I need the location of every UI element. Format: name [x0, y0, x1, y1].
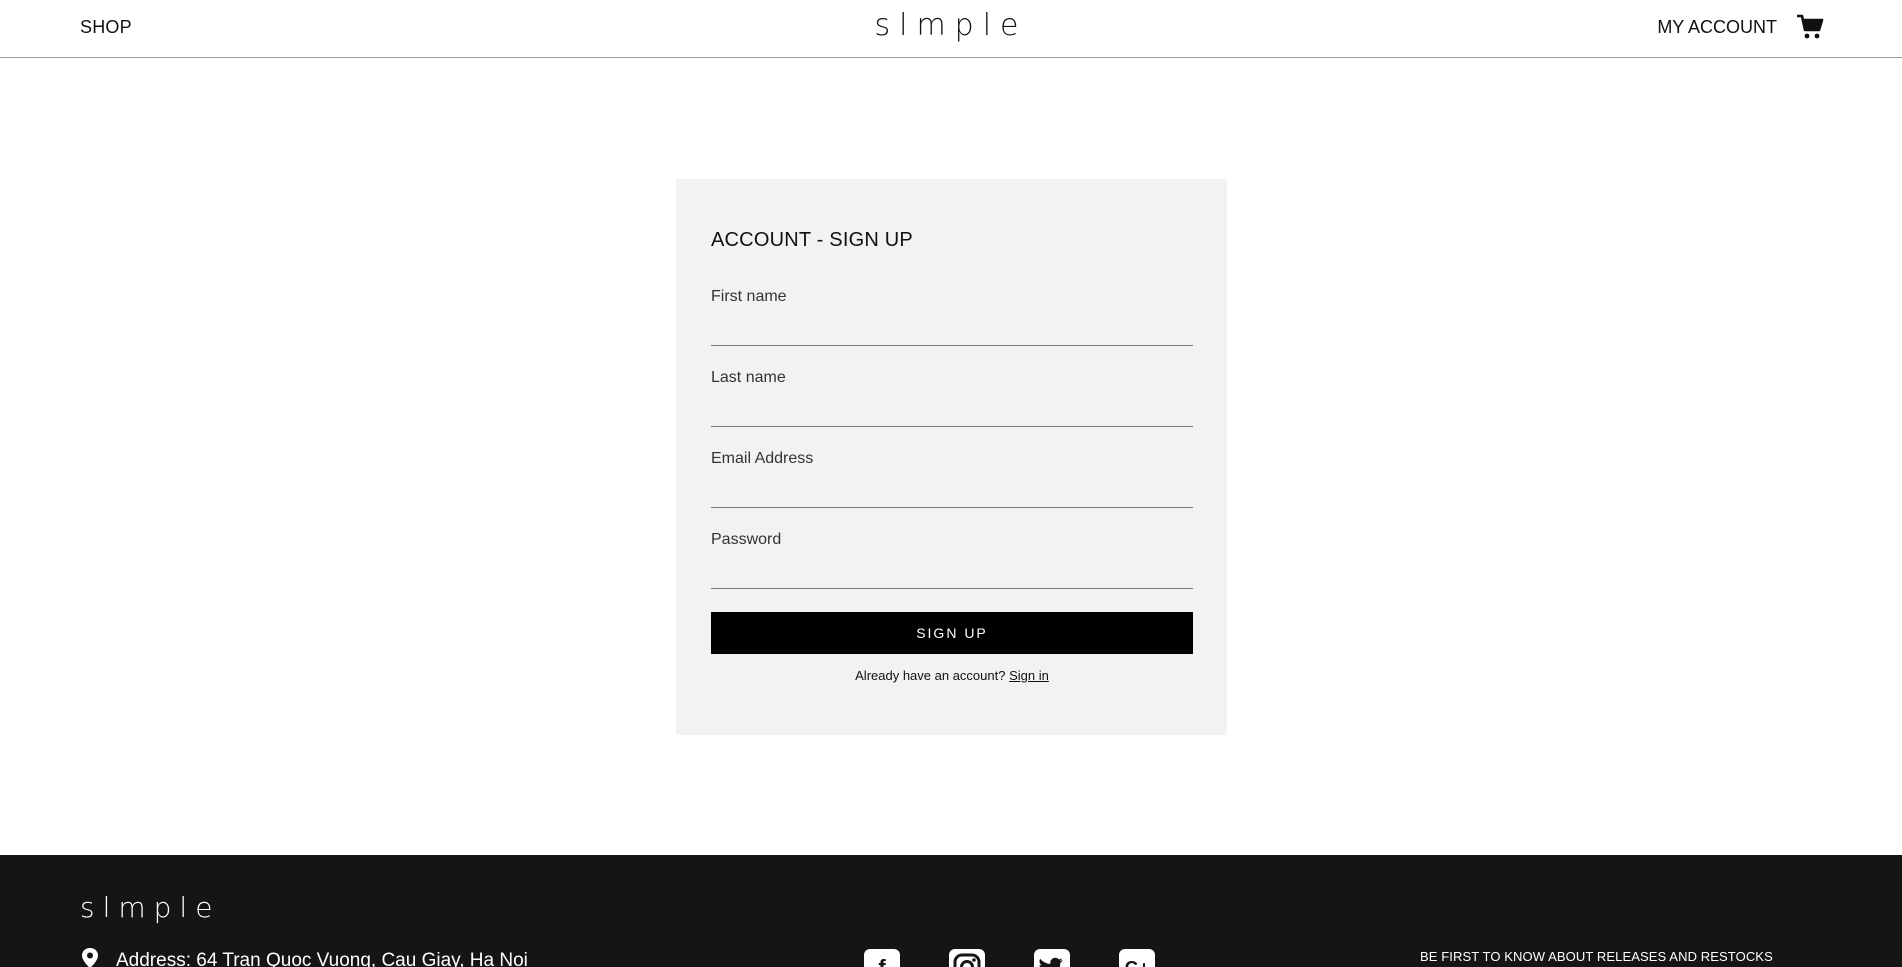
signin-prompt-text: Already have an account? [855, 668, 1006, 683]
twitter-icon[interactable] [1034, 949, 1070, 967]
google-plus-icon[interactable]: G+ [1119, 949, 1155, 967]
newsletter-heading: BE FIRST TO KNOW ABOUT RELEASES AND REST… [1420, 949, 1773, 964]
nav-shop-link[interactable]: SHOP [80, 17, 132, 38]
sign-in-link[interactable]: Sign in [1009, 668, 1049, 683]
last-name-field[interactable]: Last name [711, 369, 1193, 427]
footer-logo[interactable]: slmple [80, 891, 220, 924]
first-name-field[interactable]: First name [711, 288, 1193, 346]
site-header: SHOP slmple MY ACCOUNT [0, 0, 1902, 58]
instagram-icon[interactable] [949, 949, 985, 967]
map-pin-icon [82, 948, 98, 967]
first-name-label: First name [711, 288, 787, 305]
site-logo[interactable]: slmple [874, 8, 1027, 43]
address-text: Address: 64 Tran Quoc Vuong, Cau Giay, H… [116, 950, 528, 967]
password-input[interactable] [711, 560, 1193, 586]
password-field[interactable]: Password [711, 531, 1193, 589]
sign-up-button[interactable]: SIGN UP [711, 612, 1193, 654]
signup-card: ACCOUNT - SIGN UP First name Last name E… [676, 179, 1227, 735]
facebook-icon[interactable]: f [864, 949, 900, 967]
footer-address: Address: 64 Tran Quoc Vuong, Cau Giay, H… [80, 947, 528, 967]
signup-title: ACCOUNT - SIGN UP [711, 229, 913, 251]
last-name-label: Last name [711, 369, 786, 386]
signin-prompt-line: Already have an account? Sign in [711, 668, 1193, 683]
last-name-input[interactable] [711, 398, 1193, 424]
first-name-input[interactable] [711, 317, 1193, 343]
nav-my-account-link[interactable]: MY ACCOUNT [1657, 17, 1777, 38]
cart-icon[interactable] [1796, 14, 1824, 40]
email-label: Email Address [711, 450, 814, 467]
email-field[interactable]: Email Address [711, 450, 1193, 508]
site-footer: slmple Address: 64 Tran Quoc Vuong, Cau … [0, 855, 1902, 967]
password-label: Password [711, 531, 782, 548]
email-input[interactable] [711, 479, 1193, 505]
